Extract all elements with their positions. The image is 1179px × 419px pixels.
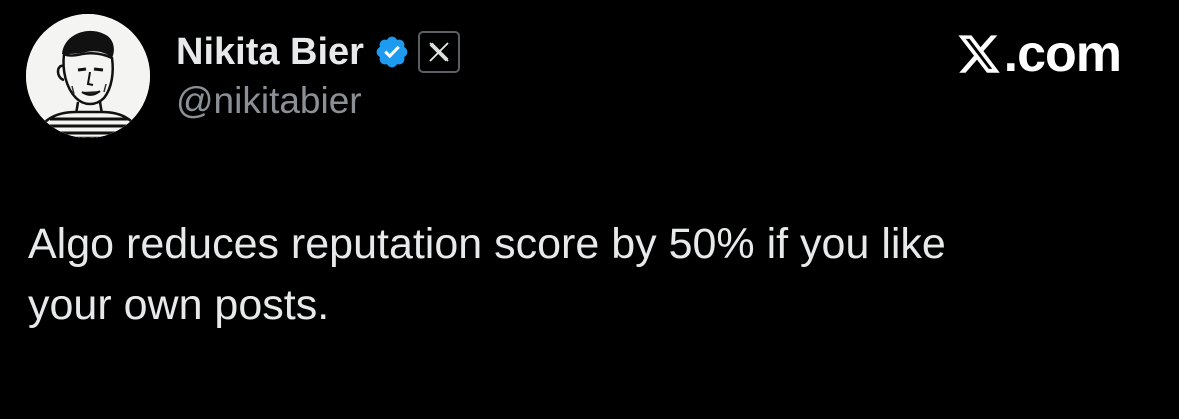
x-logo-icon (958, 35, 1000, 73)
brand-domain-text: .com (1003, 25, 1122, 83)
author-display-name[interactable]: Nikita Bier (176, 31, 364, 74)
tweet-text-line-1: Algo reduces reputation score by 50% if … (28, 220, 946, 268)
tweet-text: Algo reduces reputation score by 50% if … (28, 214, 1148, 336)
verified-check-icon[interactable] (374, 34, 410, 70)
author-handle[interactable]: @nikitabier (176, 80, 362, 122)
avatar[interactable] (26, 14, 150, 138)
tweet-text-line-2: your own posts. (28, 281, 330, 329)
x-logo-icon (429, 42, 449, 62)
author-name-row: Nikita Bier (176, 28, 460, 76)
brand-watermark: .com (956, 25, 1122, 83)
sketch-portrait-avatar (26, 14, 150, 138)
affiliate-badge[interactable] (417, 31, 460, 73)
tweet-card: Nikita Bier @nikitabier .com Algo reduce… (0, 0, 1179, 419)
